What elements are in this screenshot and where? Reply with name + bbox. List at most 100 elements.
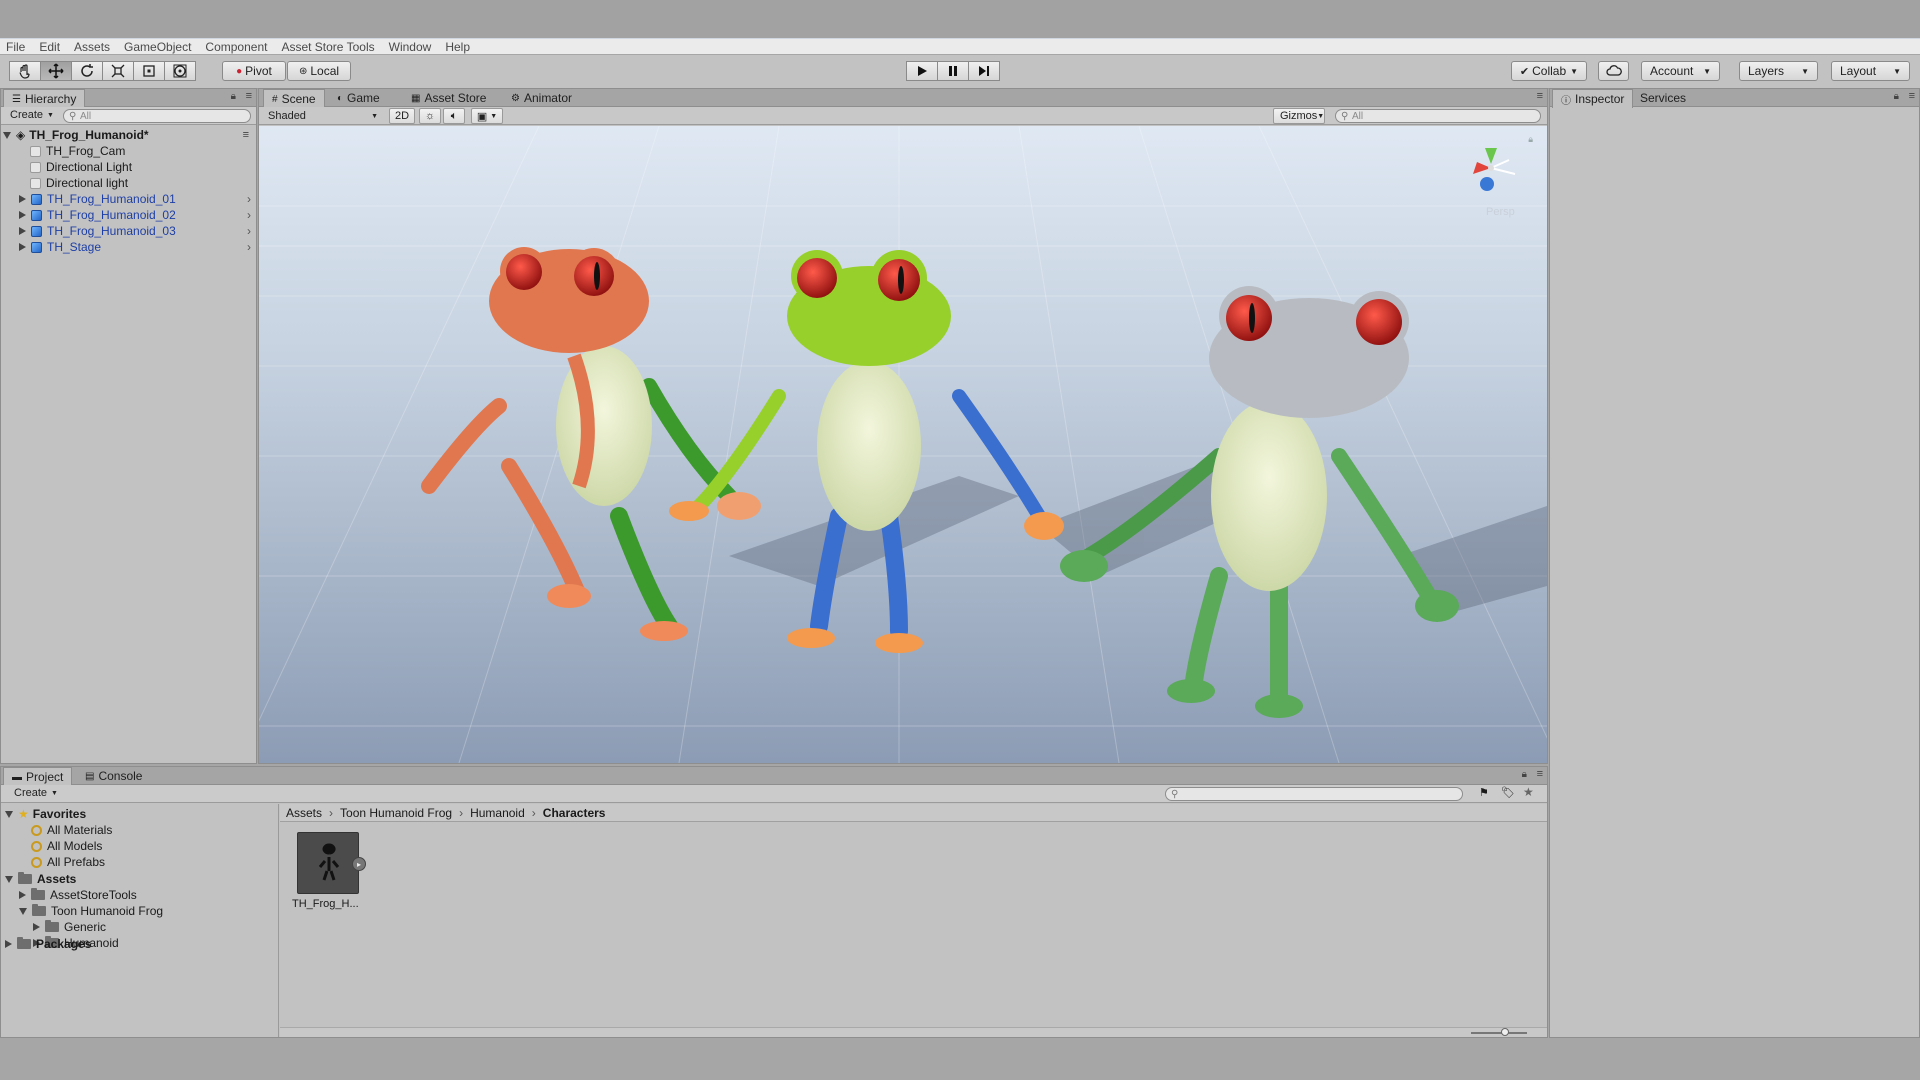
panel-menu-icon[interactable]: ≡ bbox=[1537, 90, 1543, 102]
lock-icon[interactable]: 🔒︎ bbox=[231, 91, 236, 102]
breadcrumb-item[interactable]: Toon Humanoid Frog bbox=[340, 806, 452, 820]
move-tool-button[interactable] bbox=[40, 61, 72, 81]
asset-folder-row[interactable]: AssetStoreTools bbox=[19, 887, 137, 903]
expand-arrow-icon[interactable] bbox=[19, 907, 27, 915]
layers-dropdown[interactable]: Layers ▼ bbox=[1739, 61, 1818, 81]
audio-toggle[interactable]: 🔈︎ bbox=[443, 108, 465, 124]
persp-label[interactable]: Persp bbox=[1486, 206, 1515, 218]
expand-arrow-icon[interactable] bbox=[19, 227, 26, 235]
favorite-item[interactable]: All Models bbox=[31, 838, 102, 854]
hierarchy-item[interactable]: Directional Light bbox=[15, 159, 255, 175]
asset-thumbnail[interactable]: ▸ bbox=[297, 832, 366, 894]
rotate-tool-button[interactable] bbox=[71, 61, 103, 81]
chevron-right-icon[interactable]: › bbox=[247, 208, 251, 222]
scene-viewport[interactable]: Persp 🔒︎ bbox=[259, 126, 1547, 763]
hierarchy-item[interactable]: TH_Frog_Humanoid_03 › bbox=[15, 223, 255, 239]
menu-gameobject[interactable]: GameObject bbox=[124, 40, 191, 54]
panel-menu-icon[interactable]: ≡ bbox=[1909, 90, 1915, 102]
chevron-right-icon[interactable]: › bbox=[247, 240, 251, 254]
local-toggle[interactable]: ⊛ Local bbox=[287, 61, 351, 81]
tab-asset-store[interactable]: ▦ Asset Store bbox=[403, 89, 494, 107]
tab-hierarchy[interactable]: ☰ Hierarchy bbox=[3, 89, 86, 108]
scene-search-input[interactable]: ⚲ All bbox=[1335, 109, 1541, 123]
favorites-row[interactable]: ★ Favorites bbox=[5, 806, 86, 822]
lock-icon[interactable]: 🔒︎ bbox=[1894, 91, 1899, 102]
panel-menu-icon[interactable]: ≡ bbox=[1537, 768, 1543, 780]
packages-row[interactable]: Packages bbox=[5, 936, 91, 952]
asset-folder-row[interactable]: Toon Humanoid Frog bbox=[19, 903, 163, 919]
play-button[interactable] bbox=[906, 61, 938, 81]
expand-arrow-icon[interactable] bbox=[5, 875, 13, 883]
scene-menu-icon[interactable]: ≡ bbox=[243, 129, 249, 141]
menu-component[interactable]: Component bbox=[205, 40, 267, 54]
account-dropdown[interactable]: Account ▼ bbox=[1641, 61, 1720, 81]
tab-console[interactable]: ▤ Console bbox=[77, 767, 150, 785]
rect-tool-button[interactable] bbox=[133, 61, 165, 81]
hierarchy-create-dropdown[interactable]: Create ▼ bbox=[4, 107, 60, 123]
layout-dropdown[interactable]: Layout ▼ bbox=[1831, 61, 1910, 81]
tab-game[interactable]: ◐ Game bbox=[329, 89, 388, 107]
filter-type-icon[interactable]: ⚑ bbox=[1479, 786, 1489, 799]
expand-arrow-icon[interactable] bbox=[19, 195, 26, 203]
chevron-right-icon[interactable]: › bbox=[247, 192, 251, 206]
thumbnail-size-slider[interactable] bbox=[1471, 1032, 1527, 1034]
slider-thumb[interactable] bbox=[1501, 1028, 1509, 1036]
shading-mode-dropdown[interactable]: Shaded ▼ bbox=[262, 108, 384, 124]
chevron-right-icon[interactable]: › bbox=[247, 224, 251, 238]
menu-window[interactable]: Window bbox=[389, 40, 432, 54]
hierarchy-search-input[interactable]: ⚲ All bbox=[63, 109, 251, 123]
scene-root-row[interactable]: ◈ TH_Frog_Humanoid* ≡ bbox=[3, 127, 253, 143]
expand-arrow-icon[interactable] bbox=[5, 810, 13, 818]
expand-arrow-icon[interactable] bbox=[19, 211, 26, 219]
scale-tool-button[interactable] bbox=[102, 61, 134, 81]
menu-assets[interactable]: Assets bbox=[74, 40, 110, 54]
breadcrumb-item[interactable]: Assets bbox=[286, 806, 322, 820]
asset-folder-row[interactable]: Generic bbox=[33, 919, 106, 935]
gizmos-dropdown[interactable]: Gizmos ▼ bbox=[1273, 108, 1325, 124]
pause-button[interactable] bbox=[937, 61, 969, 81]
lighting-toggle[interactable]: ☼ bbox=[419, 108, 441, 124]
menu-edit[interactable]: Edit bbox=[39, 40, 60, 54]
hierarchy-item[interactable]: TH_Stage › bbox=[15, 239, 255, 255]
collapse-arrow-icon[interactable] bbox=[33, 923, 40, 931]
expand-arrow-icon[interactable] bbox=[19, 243, 26, 251]
tab-services[interactable]: Services bbox=[1632, 89, 1694, 107]
tab-project[interactable]: ▬ Project bbox=[3, 767, 73, 786]
favorite-item[interactable]: All Materials bbox=[31, 822, 112, 838]
expand-arrow-icon[interactable] bbox=[3, 131, 11, 139]
asset-item-label[interactable]: TH_Frog_H... bbox=[292, 898, 359, 910]
expand-prefab-icon[interactable]: ▸ bbox=[352, 857, 366, 871]
menu-asset-store-tools[interactable]: Asset Store Tools bbox=[281, 40, 374, 54]
hierarchy-item[interactable]: Directional light bbox=[15, 175, 255, 191]
breadcrumb-item[interactable]: Characters bbox=[543, 806, 606, 820]
hierarchy-item-label: TH_Frog_Humanoid_02 bbox=[47, 208, 176, 222]
hierarchy-item[interactable]: TH_Frog_Humanoid_02 › bbox=[15, 207, 255, 223]
tag-icon[interactable]: 🏷︎ bbox=[1501, 786, 1515, 799]
breadcrumb-item[interactable]: Humanoid bbox=[470, 806, 525, 820]
effects-dropdown[interactable]: ▣ ▼ bbox=[471, 108, 503, 124]
2d-toggle[interactable]: 2D bbox=[389, 108, 415, 124]
hand-tool-button[interactable] bbox=[9, 61, 41, 81]
star-icon[interactable]: ★ bbox=[1523, 785, 1534, 799]
collapse-arrow-icon[interactable] bbox=[5, 940, 12, 948]
menu-file[interactable]: File bbox=[6, 40, 25, 54]
collapse-arrow-icon[interactable] bbox=[19, 891, 26, 899]
step-button[interactable] bbox=[968, 61, 1000, 81]
favorite-item[interactable]: All Prefabs bbox=[31, 854, 105, 870]
menu-help[interactable]: Help bbox=[445, 40, 470, 54]
gizmo-lock-icon[interactable]: 🔒︎ bbox=[1528, 134, 1533, 145]
panel-menu-icon[interactable]: ≡ bbox=[246, 90, 252, 102]
project-create-dropdown[interactable]: Create ▼ bbox=[8, 785, 64, 801]
transform-tool-button[interactable] bbox=[164, 61, 196, 81]
tab-animator[interactable]: ⚙ Animator bbox=[503, 89, 580, 107]
tab-inspector[interactable]: ⓘ Inspector bbox=[1552, 89, 1634, 108]
pivot-toggle[interactable]: ● Pivot bbox=[222, 61, 286, 81]
hierarchy-item[interactable]: TH_Frog_Humanoid_01 › bbox=[15, 191, 255, 207]
hierarchy-item[interactable]: TH_Frog_Cam bbox=[15, 143, 255, 159]
project-search-input[interactable]: ⚲ bbox=[1165, 787, 1463, 801]
collab-dropdown[interactable]: ✔ Collab ▼ bbox=[1511, 61, 1587, 81]
tab-scene[interactable]: # Scene bbox=[263, 89, 325, 108]
cloud-button[interactable] bbox=[1598, 61, 1629, 81]
assets-root-row[interactable]: Assets bbox=[5, 871, 76, 887]
lock-icon[interactable]: 🔒︎ bbox=[1522, 769, 1527, 780]
